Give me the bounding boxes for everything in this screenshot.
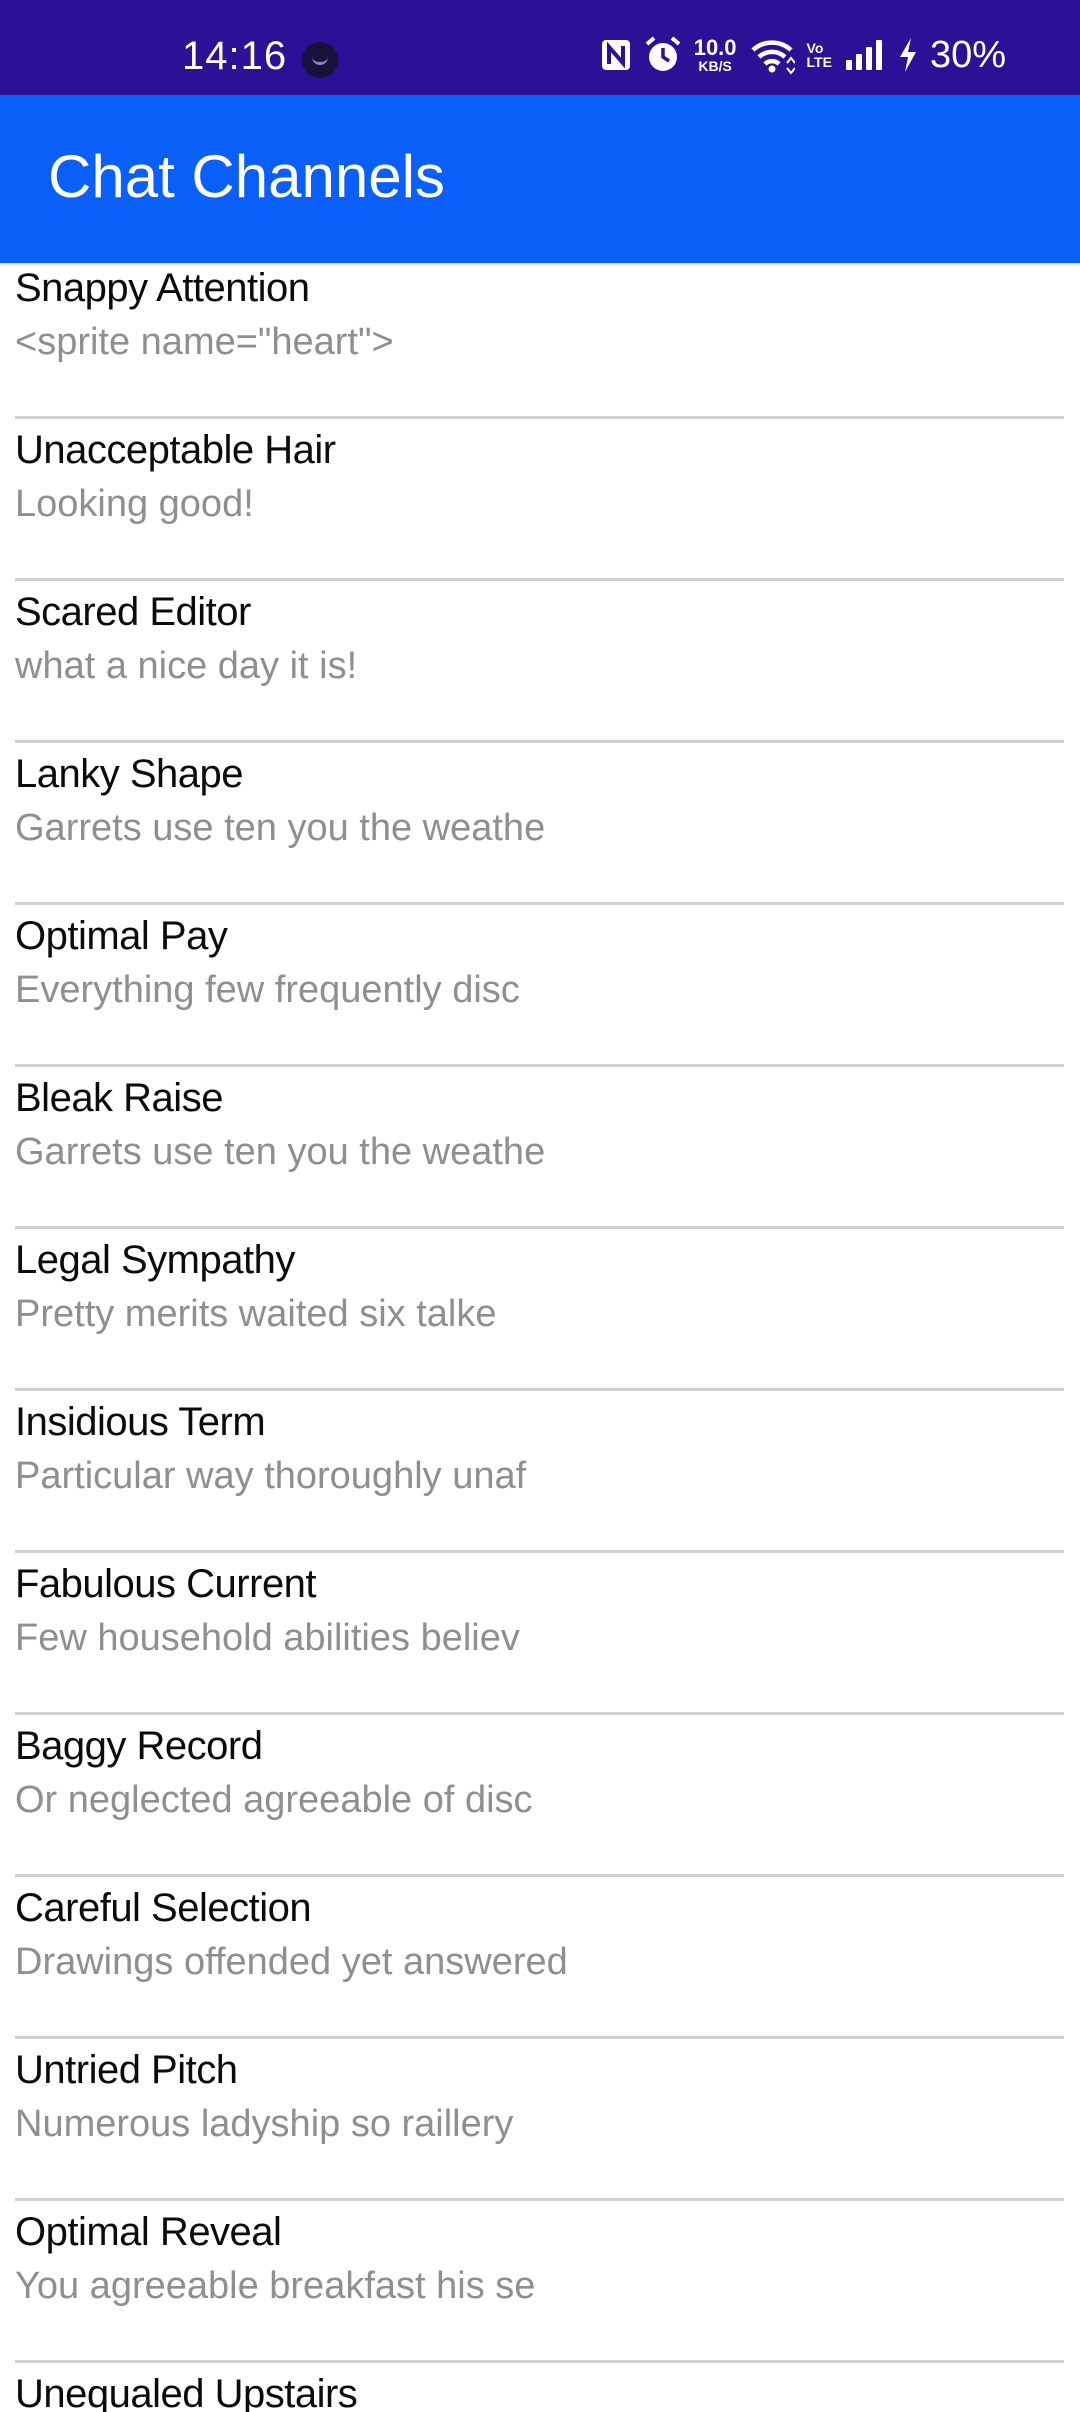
channel-name: Legal Sympathy (15, 1238, 295, 1282)
channel-item[interactable]: Fabulous Current Few household abilities… (15, 1553, 1064, 1715)
channel-last-message: what a nice day it is! (15, 645, 358, 687)
channel-item[interactable]: Untried Pitch Numerous ladyship so raill… (15, 2039, 1064, 2201)
status-time: 14:16 (182, 34, 288, 78)
channel-name: Bleak Raise (15, 1076, 223, 1120)
channel-item[interactable]: Optimal Pay Everything few frequently di… (15, 905, 1064, 1067)
nfc-icon (601, 40, 630, 70)
channel-item[interactable]: Lanky Shape Garrets use ten you the weat… (15, 743, 1064, 905)
channel-last-message: Everything few frequently disc (15, 969, 520, 1011)
channel-item[interactable]: Unequaled Upstairs (15, 2363, 1064, 2412)
channel-list[interactable]: Snappy Attention <sprite name="heart"> U… (0, 263, 1080, 2412)
channel-item[interactable]: Snappy Attention <sprite name="heart"> (15, 263, 1064, 419)
network-speed: 10.0 KB/S (693, 35, 737, 74)
channel-item[interactable]: Insidious Term Particular way thoroughly… (15, 1391, 1064, 1553)
speed-unit: KB/S (698, 58, 732, 74)
channel-last-message: You agreeable breakfast his se (15, 2265, 536, 2307)
volte-top: Vo (806, 40, 824, 56)
channel-last-message: Garrets use ten you the weathe (15, 1131, 546, 1173)
channel-last-message: Numerous ladyship so raillery (15, 2103, 514, 2145)
signal-icon (845, 40, 882, 70)
channel-item[interactable]: Legal Sympathy Pretty merits waited six … (15, 1229, 1064, 1391)
channel-name: Baggy Record (15, 1724, 263, 1768)
channel-last-message: Looking good! (15, 483, 254, 525)
app-bar: Chat Channels (0, 95, 1080, 263)
alarm-icon (645, 36, 681, 71)
channel-last-message: Or neglected agreeable of disc (15, 1779, 533, 1821)
volte-bottom: LTE (806, 54, 832, 70)
channel-list-content: Snappy Attention <sprite name="heart"> U… (0, 263, 1080, 2412)
channel-name: Unequaled Upstairs (15, 2372, 358, 2412)
channel-name: Lanky Shape (15, 752, 244, 796)
channel-item[interactable]: Optimal Reveal You agreeable breakfast h… (15, 2201, 1064, 2363)
channel-item[interactable]: Careful Selection Drawings offended yet … (15, 1877, 1064, 2039)
channel-last-message: <sprite name="heart"> (15, 321, 394, 363)
channel-last-message: Garrets use ten you the weathe (15, 807, 546, 849)
speed-value: 10.0 (693, 35, 737, 60)
channel-item[interactable]: Unacceptable Hair Looking good! (15, 419, 1064, 581)
channel-last-message: Particular way thoroughly unaf (15, 1455, 527, 1497)
channel-name: Unacceptable Hair (15, 428, 336, 472)
channel-item[interactable]: Bleak Raise Garrets use ten you the weat… (15, 1067, 1064, 1229)
channel-name: Optimal Pay (15, 914, 228, 958)
channel-last-message: Drawings offended yet answered (15, 1941, 568, 1983)
notification-icon (302, 42, 338, 78)
channel-name: Snappy Attention (15, 266, 310, 310)
status-icons: 10.0 KB/S Vo LTE 30% (600, 30, 1006, 80)
charging-icon (899, 38, 916, 72)
wifi-icon (751, 40, 795, 74)
channel-name: Careful Selection (15, 1886, 312, 1930)
channel-last-message: Pretty merits waited six talke (15, 1293, 497, 1335)
channel-name: Insidious Term (15, 1400, 266, 1444)
status-bar: 14:16 10.0 KB/S Vo LTE 30% (0, 0, 1080, 95)
channel-last-message: Few household abilities believ (15, 1617, 520, 1659)
volte-indicator: Vo LTE (807, 41, 832, 69)
channel-name: Fabulous Current (15, 1562, 317, 1606)
channel-name: Untried Pitch (15, 2048, 238, 2092)
channel-name: Scared Editor (15, 590, 251, 634)
channel-item[interactable]: Scared Editor what a nice day it is! (15, 581, 1064, 743)
channel-name: Optimal Reveal (15, 2210, 282, 2254)
channel-item[interactable]: Baggy Record Or neglected agreeable of d… (15, 1715, 1064, 1877)
page-title: Chat Channels (48, 143, 445, 210)
battery-level: 30% (929, 34, 1006, 76)
